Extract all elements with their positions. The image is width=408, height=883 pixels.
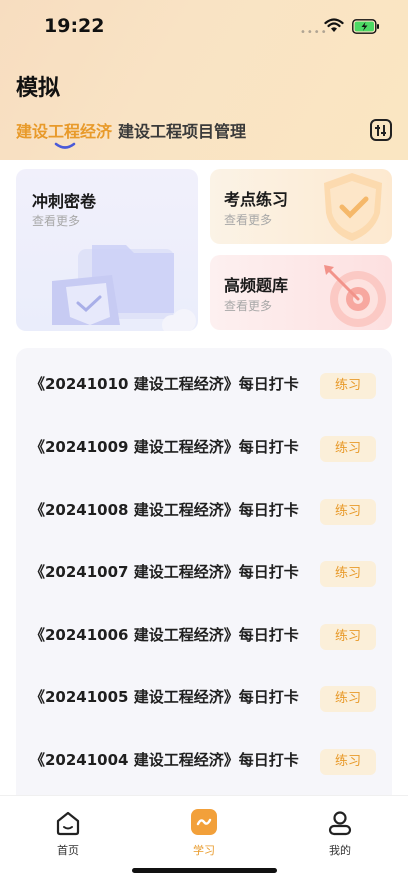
key-points-title: 考点练习: [224, 190, 289, 209]
list-item[interactable]: 《20241010 建设工程经济》每日打卡 练习: [16, 367, 392, 417]
high-frequency-card[interactable]: 高频题库 查看更多: [210, 255, 392, 330]
folder-shield-icon: [52, 245, 196, 331]
active-tab-indicator: [54, 142, 76, 149]
home-indicator[interactable]: [132, 868, 277, 873]
practice-button[interactable]: 练习: [320, 499, 376, 525]
practice-title: 《20241006 建设工程经济》每日打卡: [30, 626, 299, 644]
filter-settings-button[interactable]: [370, 119, 392, 141]
status-time: 19:22: [44, 15, 105, 37]
tabbar-item-study[interactable]: 学习: [174, 804, 234, 857]
list-item[interactable]: 《20241007 建设工程经济》每日打卡 练习: [16, 555, 392, 605]
practice-title: 《20241010 建设工程经济》每日打卡: [30, 375, 299, 393]
practice-title: 《20241009 建设工程经济》每日打卡: [30, 438, 299, 456]
tabbar-label-mine: 我的: [329, 844, 351, 857]
daily-practice-list: 《20241010 建设工程经济》每日打卡 练习 《20241009 建设工程经…: [16, 348, 392, 808]
sprint-papers-more[interactable]: 查看更多: [32, 212, 80, 229]
practice-button[interactable]: 练习: [320, 373, 376, 399]
list-item[interactable]: 《20241009 建设工程经济》每日打卡 练习: [16, 430, 392, 480]
key-points-more[interactable]: 查看更多: [224, 211, 272, 228]
practice-button[interactable]: 练习: [320, 561, 376, 587]
sprint-papers-title: 冲刺密卷: [32, 192, 97, 211]
wifi-icon: [324, 18, 344, 32]
status-bar: 19:22 ••••: [0, 0, 408, 54]
practice-title: 《20241007 建设工程经济》每日打卡: [30, 563, 299, 581]
shield-check-icon: [324, 173, 382, 241]
list-item[interactable]: 《20241004 建设工程经济》每日打卡 练习: [16, 743, 392, 793]
list-item[interactable]: 《20241005 建设工程经济》每日打卡 练习: [16, 680, 392, 730]
practice-title: 《20241005 建设工程经济》每日打卡: [30, 688, 299, 706]
practice-button[interactable]: 练习: [320, 624, 376, 650]
home-icon: [56, 811, 80, 836]
practice-button[interactable]: 练习: [320, 686, 376, 712]
practice-title: 《20241004 建设工程经济》每日打卡: [30, 751, 299, 769]
tabbar-label-study: 学习: [193, 844, 215, 857]
key-points-card[interactable]: 考点练习 查看更多: [210, 169, 392, 244]
practice-button[interactable]: 练习: [320, 436, 376, 462]
list-item[interactable]: 《20241006 建设工程经济》每日打卡 练习: [16, 618, 392, 668]
high-frequency-more[interactable]: 查看更多: [224, 297, 272, 314]
tab-project-management[interactable]: 建设工程项目管理: [118, 118, 246, 142]
high-frequency-title: 高频题库: [224, 276, 289, 295]
practice-button[interactable]: 练习: [320, 749, 376, 775]
tabbar-item-mine[interactable]: 我的: [310, 804, 370, 857]
practice-title: 《20241008 建设工程经济》每日打卡: [30, 501, 299, 519]
profile-icon: [328, 811, 352, 836]
tab-construction-economics[interactable]: 建设工程经济: [16, 118, 112, 142]
battery-icon: [352, 19, 379, 34]
tabbar-item-home[interactable]: 首页: [38, 804, 98, 857]
sprint-papers-card[interactable]: 冲刺密卷 查看更多: [16, 169, 198, 331]
page-title: 模拟: [16, 76, 61, 101]
study-wave-icon: [196, 818, 212, 826]
tabbar-label-home: 首页: [57, 844, 79, 857]
target-icon: [324, 265, 386, 327]
list-item[interactable]: 《20241008 建设工程经济》每日打卡 练习: [16, 493, 392, 543]
